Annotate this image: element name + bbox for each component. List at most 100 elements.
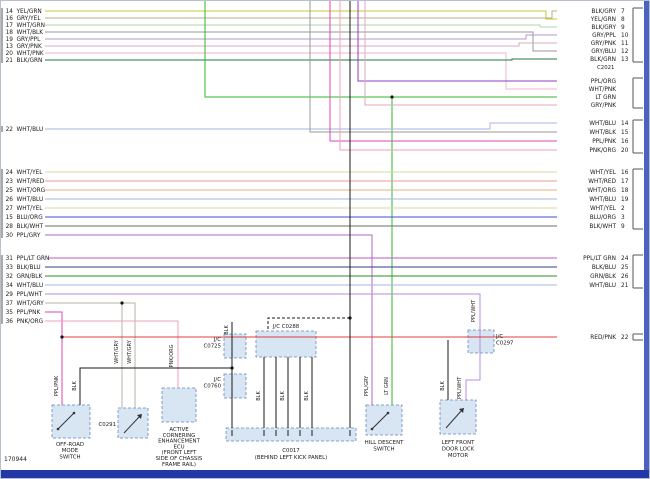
jc-c0288-box <box>256 331 316 357</box>
right-wire-code: PNK/ORG <box>589 148 616 154</box>
jc-c0297-label: C0297 <box>496 341 513 347</box>
left-wire-code: BLK/WHT <box>17 224 44 230</box>
right-pin-number: 8 <box>621 17 625 23</box>
vertical-wire-code: PPL/WHT <box>471 299 477 322</box>
left-wire-code: WHT/BLU <box>17 127 44 133</box>
left-pin-number: 29 <box>6 292 14 298</box>
right-pin-number: 10 <box>621 33 629 39</box>
vertical-wire-code: WHT/GRY <box>114 339 120 363</box>
jc-c0725-label: J/C <box>213 337 221 343</box>
left-pin-number: 37 <box>6 301 14 307</box>
jc-c0760-label: C0760 <box>204 384 222 390</box>
left-wire-code: PPL/LT GRN <box>17 256 50 262</box>
right-wire-code: BLK/BLU <box>592 265 616 271</box>
hill-descent-switch-contact-terminal <box>387 412 390 415</box>
right-pin-number: 12 <box>621 49 629 55</box>
right-wire-code: WHT/YEL <box>590 206 617 212</box>
right-wire-code: YEL/GRN <box>590 17 616 23</box>
right-pin-number: 14 <box>621 121 629 127</box>
junction-dot <box>390 95 393 98</box>
right-pin-number: 16 <box>621 170 629 176</box>
left-pin-number: 24 <box>6 170 14 176</box>
hill-descent-switch-box <box>366 405 402 435</box>
bottom-border-bar <box>0 470 650 479</box>
right-wire-code: WHT/PNK <box>589 87 616 93</box>
right-pin-number: 18 <box>621 188 629 194</box>
right-wire-code: GRY/PNK <box>591 41 616 47</box>
left-wire-code: WHT/GRY <box>17 301 45 307</box>
left-pin-number: 33 <box>6 265 14 271</box>
left-pin-number: 26 <box>6 197 14 203</box>
c0291-label: C0291 <box>99 422 116 428</box>
right-wire-code: BLU/ORG <box>590 215 617 221</box>
hill-descent-switch-label: SWITCH <box>373 447 394 453</box>
wire-wht-blk-2 <box>310 0 557 132</box>
vertical-wire-code: BLK <box>256 391 262 401</box>
wire-ppl-pnk <box>330 0 557 141</box>
right-wire-code: LT GRN <box>595 95 616 101</box>
left-pin-number: 20 <box>6 51 14 57</box>
jc-c0760-box <box>224 374 246 398</box>
right-pin-number: 11 <box>621 41 629 47</box>
hill-descent-switch-contact-terminal <box>371 428 374 431</box>
vertical-wire-code: BLK <box>224 325 230 335</box>
c0017-label: (BEHIND LEFT KICK PANEL) <box>255 455 327 461</box>
left-pin-number: 14 <box>6 9 14 15</box>
wire-gry-ppl <box>45 35 557 39</box>
jc-c0297-box <box>468 330 494 353</box>
left-wire-code: WHT/ORG <box>17 188 46 194</box>
wire-wht-blk <box>45 32 557 51</box>
left-pin-number: 36 <box>6 319 14 325</box>
wire-lt-grn <box>205 0 557 97</box>
c2021-label: C2021 <box>597 65 614 71</box>
left-wire-code: YEL/GRN <box>16 9 42 15</box>
right-wire-code: WHT/BLU <box>589 121 616 127</box>
right-pin-number: 24 <box>621 256 629 262</box>
right-wire-code: GRY/BLU <box>591 49 616 55</box>
left-pin-number: 35 <box>6 310 14 316</box>
left-wire-code: PPL/PNK <box>17 310 41 316</box>
vertical-wire-code: WHT/GRY <box>127 339 133 363</box>
ace-ecu-box <box>162 388 196 422</box>
right-wire-code: WHT/YEL <box>590 170 617 176</box>
right-pin-number: 9 <box>621 224 625 230</box>
right-wire-code: PPL/ORG <box>591 79 617 85</box>
right-wire-code: BLK/GRY <box>591 25 616 31</box>
c0017-label: C0017 <box>282 448 299 454</box>
door-lock-motor-label: MOTOR <box>448 453 468 459</box>
junction-dot <box>120 301 123 304</box>
right-wire-code: WHT/BLU <box>589 283 616 289</box>
right-wire-code: WHT/RED <box>588 179 616 185</box>
door-lock-motor-label: DOOR LOCK <box>442 447 475 453</box>
right-wire-code: BLK/GRY <box>591 9 616 15</box>
wire-gry-yel <box>45 11 557 18</box>
left-pin-number: 23 <box>6 179 14 185</box>
right-pin-number: 20 <box>621 148 629 154</box>
left-pin-number: 28 <box>6 224 14 230</box>
left-pin-number: 21 <box>6 58 14 64</box>
wiring-diagram-page: 14YEL/GRN16GRY/YEL17WHT/GRN18WHT/BLK19GR… <box>0 0 650 479</box>
left-wire-code: WHT/RED <box>17 179 45 185</box>
vertical-wire-code: BLK <box>304 391 310 401</box>
right-wire-code: RED/PNK <box>590 335 616 341</box>
off-road-switch-contact-terminal <box>73 412 76 415</box>
vertical-wire-code: BLK <box>280 391 286 401</box>
right-wire-code: WHT/BLU <box>589 197 616 203</box>
junction-dot <box>348 316 351 319</box>
left-pin-number: 25 <box>6 188 14 194</box>
right-pin-number: 13 <box>621 57 629 63</box>
off-road-mode-switch-label: MODE <box>62 448 79 454</box>
jc-c0760-label: J/C <box>213 377 221 383</box>
right-pin-number: 25 <box>621 265 629 271</box>
left-wire-code: BLK/GRN <box>17 58 43 64</box>
wiring-diagram-svg: 14YEL/GRN16GRY/YEL17WHT/GRN18WHT/BLK19GR… <box>0 0 645 470</box>
off-road-mode-switch-label: OFF-ROAD <box>56 442 84 448</box>
right-pin-number: 26 <box>621 274 629 280</box>
right-wire-code: BLK/WHT <box>589 224 616 230</box>
left-wire-code: GRN/BLK <box>17 274 43 280</box>
c0017-bus-box <box>226 428 356 441</box>
left-wire-code: WHT/PNK <box>17 51 44 57</box>
wire-ppl-gry <box>45 235 372 405</box>
vertical-wire-code: PPL/PNK <box>54 375 60 396</box>
left-pin-number: 31 <box>6 256 14 262</box>
